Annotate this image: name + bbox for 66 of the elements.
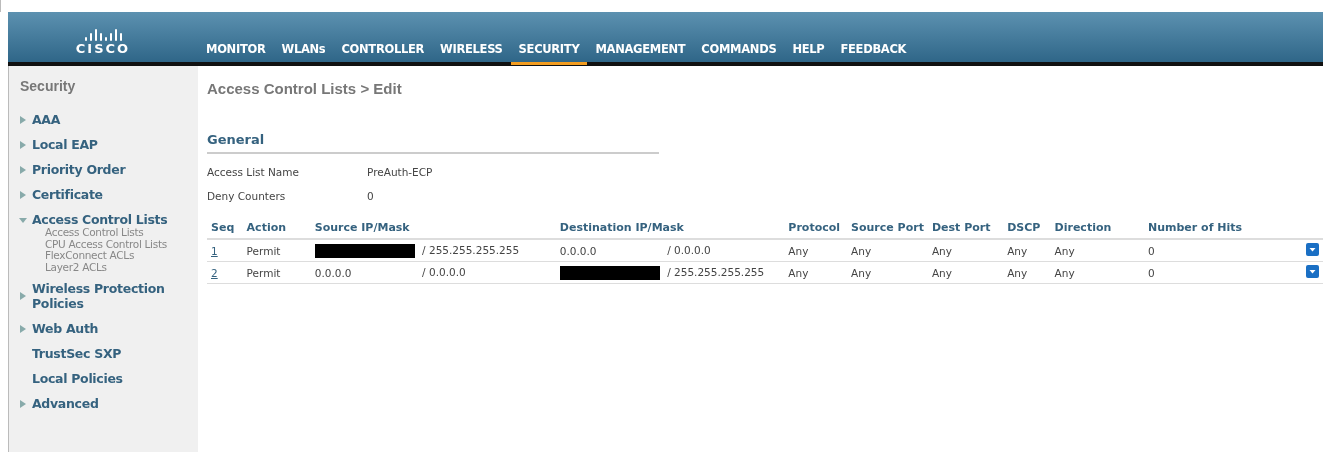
sidebar-item[interactable]: Advanced <box>32 396 192 411</box>
sidebar-item[interactable]: Priority Order <box>32 162 192 177</box>
sidebar-item[interactable]: Wireless Protection Policies <box>32 281 192 311</box>
table-cell: Any <box>931 244 952 257</box>
table-cell: Any <box>851 266 872 279</box>
column-header: Source Port <box>847 217 928 239</box>
sidebar-item[interactable]: Access Control Lists <box>32 212 192 227</box>
table-cell: 0 <box>1148 244 1155 257</box>
table-cell: / 0.0.0.0 <box>667 244 711 256</box>
table-cell: Any <box>1007 244 1028 257</box>
table-cell: Any <box>851 244 872 257</box>
menu-tab[interactable]: HELP <box>784 42 833 65</box>
sidebar-title: Security <box>19 77 77 94</box>
table-cell: Permit <box>246 244 281 257</box>
table-cell-text: 0.0.0.0 <box>559 245 598 257</box>
table-cell: Permit <box>246 266 281 279</box>
menu-tab[interactable]: WIRELESS <box>432 42 511 65</box>
dropdown-icon[interactable] <box>1306 265 1319 278</box>
field-label: Deny Counters <box>207 190 287 202</box>
menu-tab[interactable]: COMMANDS <box>693 42 785 65</box>
section-heading: General <box>207 132 265 147</box>
field-value: PreAuth-ECP <box>367 166 433 178</box>
sidebar-item[interactable]: Certificate <box>32 187 192 202</box>
seq-link[interactable]: 2 <box>211 266 218 279</box>
sidebar-item[interactable]: Web Auth <box>32 321 192 336</box>
column-header: Destination IP/Mask <box>555 217 785 239</box>
sidebar-item[interactable]: AAA <box>32 112 192 127</box>
column-header: Source IP/Mask <box>310 217 556 239</box>
column-header: Number of Hits <box>1144 217 1289 239</box>
logo-bars-icon <box>84 27 122 41</box>
column-header: Action <box>242 217 311 239</box>
column-header: DSCP <box>1003 217 1051 239</box>
menu-tab[interactable]: FEEDBACK <box>832 42 915 65</box>
sidebar-subitem[interactable]: CPU Access Control Lists <box>45 238 198 250</box>
sidebar-item[interactable]: TrustSec SXP <box>32 346 192 361</box>
menu-tab[interactable]: SECURITY <box>510 42 588 65</box>
menu-tab[interactable]: MONITOR <box>198 42 274 65</box>
column-header: Direction <box>1050 217 1144 239</box>
sidebar-item[interactable]: Local Policies <box>32 371 192 386</box>
menu-tab[interactable]: CONTROLLER <box>333 42 433 65</box>
table-cell: Any <box>1007 266 1028 279</box>
sidebar-item[interactable]: Local EAP <box>32 137 192 152</box>
table-cell-text: 0.0.0.0 <box>314 267 353 279</box>
field-value: 0 <box>367 190 374 202</box>
column-header: Protocol <box>784 217 848 239</box>
table-cell: Any <box>788 266 809 279</box>
column-header: Dest Port <box>927 217 1004 239</box>
sidebar-subitem[interactable]: FlexConnect ACLs <box>45 250 198 262</box>
column-header: Seq <box>207 217 243 239</box>
seq-link[interactable]: 1 <box>211 244 218 257</box>
table-cell: Any <box>931 266 952 279</box>
sidebar-subitem[interactable]: Layer2 ACLs <box>45 261 198 273</box>
table-cell: / 255.255.255.255 <box>667 265 765 278</box>
table-cell: Any <box>788 244 809 257</box>
field-label: Access List Name <box>207 166 300 178</box>
table-cell: Any <box>1054 244 1075 257</box>
page-title: Access Control Lists > Edit <box>207 80 402 97</box>
menu-tab[interactable]: WLANs <box>273 42 334 65</box>
sidebar-subitem[interactable]: Access Control Lists <box>45 227 198 239</box>
table-cell: / 0.0.0.0 <box>422 266 466 278</box>
menu-tab[interactable]: MANAGEMENT <box>587 42 694 65</box>
table-cell: Any <box>1054 266 1075 279</box>
dropdown-icon[interactable] <box>1306 243 1319 256</box>
table-cell: 0 <box>1148 266 1155 279</box>
logo-text: CISCO <box>75 41 131 56</box>
table-cell: / 255.255.255.255 <box>422 243 520 256</box>
